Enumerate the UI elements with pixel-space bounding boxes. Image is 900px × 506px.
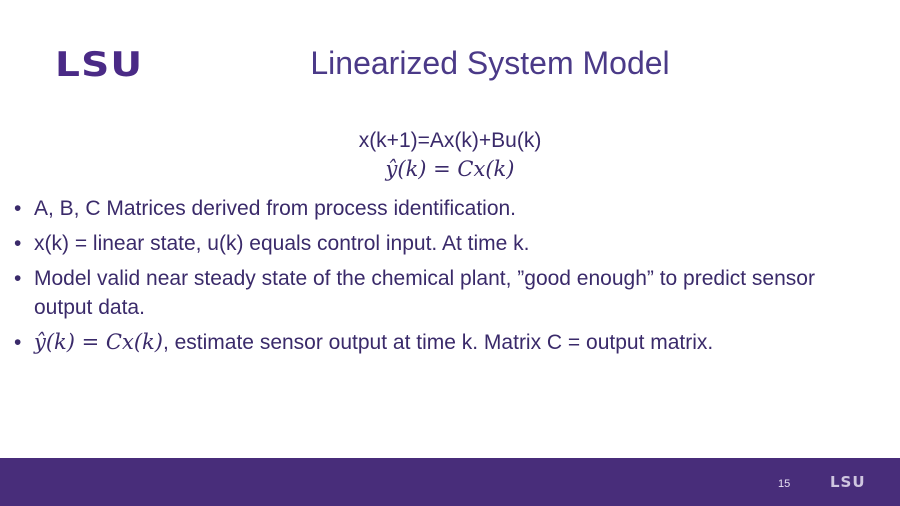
bullet-item: • ŷ(k) = Cx(k), estimate sensor output a… bbox=[14, 328, 834, 357]
page-number: 15 bbox=[778, 478, 791, 490]
state-equation: x(k+1)=Ax(k)+Bu(k) bbox=[358, 129, 542, 152]
bullet-text: , estimate sensor output at time k. Matr… bbox=[162, 331, 714, 354]
bullet-item: • A, B, C Matrices derived from process … bbox=[14, 194, 834, 223]
bullet-glyph: • bbox=[14, 267, 22, 290]
bullet-glyph: • bbox=[14, 232, 22, 255]
slide: LSU Linearized System Model x(k+1)=Ax(k)… bbox=[0, 0, 900, 506]
bullet-item: • Model valid near steady state of the c… bbox=[14, 264, 834, 322]
bullet-glyph: • bbox=[14, 197, 22, 220]
bullet-item: • x(k) = linear state, u(k) equals contr… bbox=[14, 229, 834, 258]
bullet-glyph: • bbox=[14, 331, 22, 354]
footer-bar: 15 LSU bbox=[0, 458, 900, 506]
slide-title: Linearized System Model bbox=[310, 45, 670, 81]
bullet-list: • A, B, C Matrices derived from process … bbox=[14, 194, 834, 363]
bullet-text: x(k) = linear state, u(k) equals control… bbox=[34, 232, 530, 255]
output-equation: ŷ(k) = Cx(k) bbox=[385, 157, 515, 181]
lsu-logo: LSU bbox=[55, 45, 144, 85]
footer-lsu-logo: LSU bbox=[830, 473, 866, 491]
bullet-text: A, B, C Matrices derived from process id… bbox=[34, 197, 517, 220]
inline-output-equation: ŷ(k) = Cx(k) bbox=[34, 330, 163, 354]
bullet-text: Model valid near steady state of the che… bbox=[34, 267, 815, 319]
equation-block: x(k+1)=Ax(k)+Bu(k) ŷ(k) = Cx(k) bbox=[0, 128, 900, 184]
